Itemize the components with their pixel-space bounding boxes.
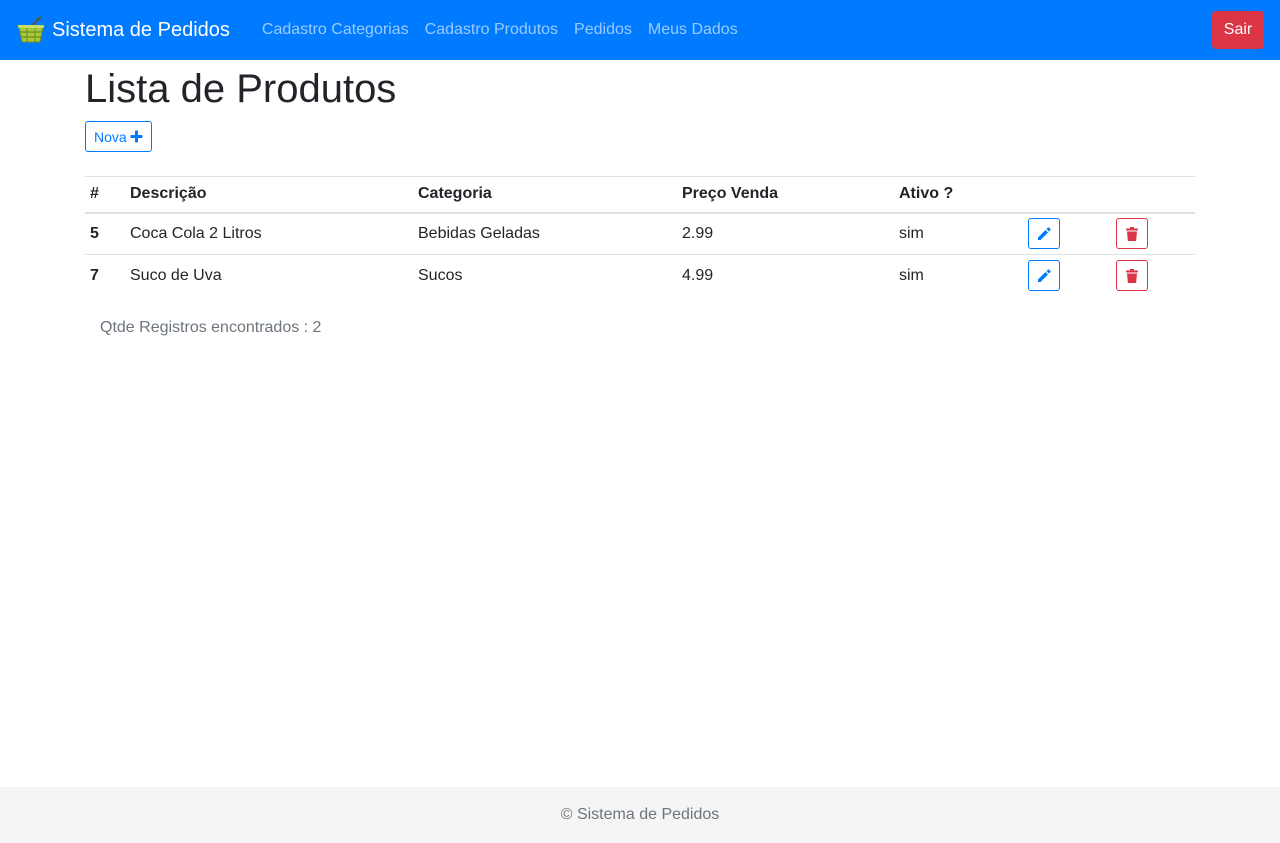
new-product-button[interactable]: Nova	[85, 121, 152, 152]
main-content: Lista de Produtos Nova # Descrição Categ…	[85, 60, 1195, 337]
row-preco: 2.99	[682, 224, 714, 242]
row-id: 7	[90, 266, 99, 284]
table-row: 7 Suco de Uva Sucos 4.99 sim	[85, 255, 1195, 297]
row-categoria: Sucos	[418, 266, 463, 284]
row-categoria: Bebidas Geladas	[418, 224, 540, 242]
table-header-row: # Descrição Categoria Preço Venda Ativo …	[85, 176, 1195, 214]
basket-icon	[16, 15, 46, 45]
edit-button[interactable]	[1028, 218, 1060, 250]
delete-button[interactable]	[1116, 260, 1148, 292]
page-title: Lista de Produtos	[85, 67, 397, 111]
column-header-categoria: Categoria	[413, 176, 677, 214]
edit-button[interactable]	[1028, 260, 1060, 292]
row-preco: 4.99	[682, 266, 714, 284]
table-row: 5 Coca Cola 2 Litros Bebidas Geladas 2.9…	[85, 212, 1195, 255]
footer-text: © Sistema de Pedidos	[560, 806, 720, 823]
column-header-preco: Preço Venda	[677, 176, 894, 214]
pencil-icon	[1038, 269, 1051, 282]
trash-icon	[1126, 268, 1138, 283]
nav-links: Cadastro Categorias Cadastro Produtos Pe…	[254, 21, 746, 39]
row-descricao: Suco de Uva	[130, 266, 222, 284]
brand-label: Sistema de Pedidos	[52, 18, 230, 41]
column-header-edit	[1023, 176, 1111, 214]
column-header-ativo: Ativo ?	[894, 176, 1023, 214]
column-header-descricao: Descrição	[125, 176, 413, 214]
trash-icon	[1126, 226, 1138, 241]
column-header-delete	[1111, 176, 1195, 214]
delete-button[interactable]	[1116, 218, 1148, 250]
footer: © Sistema de Pedidos	[0, 787, 1280, 843]
pencil-icon	[1038, 227, 1051, 240]
logout-button[interactable]: Sair	[1212, 11, 1264, 49]
products-table: # Descrição Categoria Preço Venda Ativo …	[85, 176, 1195, 297]
record-count: Qtde Registros encontrados : 2	[100, 318, 322, 336]
nav-link-cadastro-categorias[interactable]: Cadastro Categorias	[254, 21, 417, 39]
nav-link-meus-dados[interactable]: Meus Dados	[640, 21, 746, 39]
new-product-label: Nova	[94, 128, 127, 145]
row-id: 5	[90, 224, 99, 242]
column-header-id: #	[85, 176, 125, 214]
row-ativo: sim	[899, 224, 924, 242]
row-descricao: Coca Cola 2 Litros	[130, 224, 262, 242]
row-ativo: sim	[899, 266, 924, 284]
nav-link-cadastro-produtos[interactable]: Cadastro Produtos	[417, 21, 566, 39]
plus-icon	[130, 130, 143, 143]
navbar: Sistema de Pedidos Cadastro Categorias C…	[0, 0, 1280, 60]
nav-link-pedidos[interactable]: Pedidos	[566, 21, 640, 39]
brand-link[interactable]: Sistema de Pedidos	[16, 15, 230, 45]
